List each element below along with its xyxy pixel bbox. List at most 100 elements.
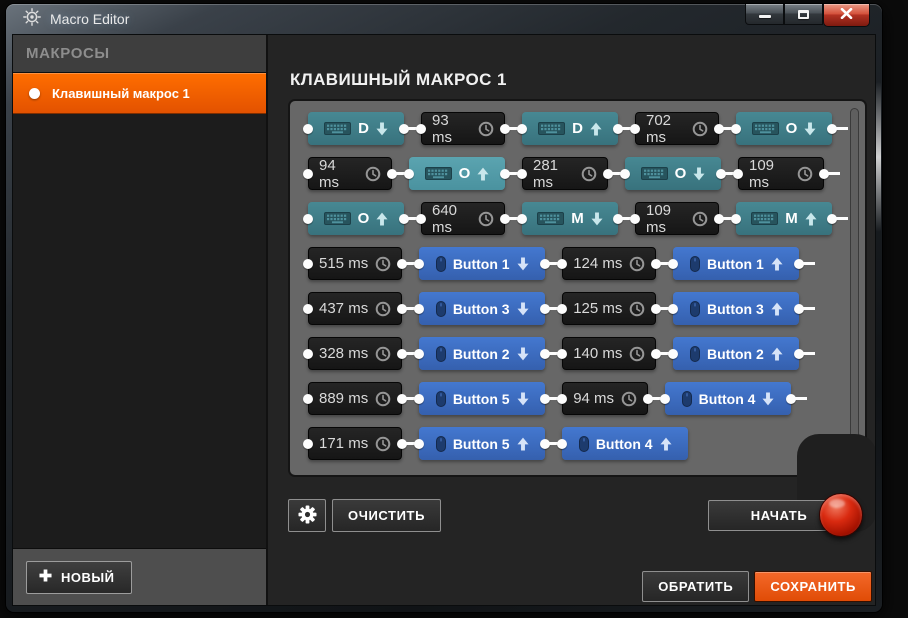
macro-step-delay[interactable]: 515 ms <box>308 247 403 280</box>
key-label: O <box>674 165 687 182</box>
macro-step-key-down[interactable]: D <box>308 112 404 145</box>
macro-step-mouse-down[interactable]: Button 2 <box>419 337 546 370</box>
step-connector <box>613 213 640 224</box>
delay-label: 437 ms <box>319 300 369 317</box>
mouse-button-label: Button 4 <box>698 390 756 407</box>
step-connector <box>643 393 671 404</box>
macro-step-mouse-up[interactable]: Button 5 <box>419 427 546 460</box>
new-macro-button[interactable]: НОВЫЙ <box>26 560 133 594</box>
keyboard-icon <box>424 167 452 180</box>
macro-row: 328 ms Button 2 140 ms Button 2 <box>303 337 835 370</box>
macro-step-delay[interactable]: 94 ms <box>562 382 649 415</box>
connector-dot <box>733 168 743 179</box>
macro-step-delay[interactable]: 94 ms <box>308 157 392 191</box>
connector-dot <box>731 213 741 224</box>
minimize-icon <box>758 15 771 18</box>
macro-step-delay[interactable]: 702 ms <box>635 112 719 146</box>
new-macro-label: НОВЫЙ <box>61 569 115 585</box>
clock-icon <box>375 301 391 317</box>
macro-step-mouse-up[interactable]: Button 2 <box>673 337 800 370</box>
clock-icon <box>629 346 645 362</box>
macro-step-delay[interactable]: 140 ms <box>562 337 657 370</box>
macro-step-mouse-down[interactable]: Button 5 <box>419 382 546 415</box>
clock-icon <box>629 256 645 272</box>
arrow-down-icon <box>591 212 603 226</box>
macro-step-key-up[interactable]: M <box>736 202 832 235</box>
macro-step-key-down[interactable]: M <box>522 202 618 235</box>
connector-dot <box>660 393 671 404</box>
connector-dot <box>303 393 313 404</box>
macro-step-mouse-up[interactable]: Button 4 <box>562 427 689 460</box>
macro-step-delay[interactable]: 109 ms <box>738 157 824 191</box>
sidebar-item-label: Клавишный макрос 1 <box>52 85 190 101</box>
close-button[interactable] <box>823 4 870 27</box>
arrow-up-icon <box>660 437 672 451</box>
connector-dot <box>557 438 568 449</box>
step-connector <box>651 258 679 269</box>
macro-step-mouse-up[interactable]: Button 1 <box>673 247 800 280</box>
macro-step-delay[interactable]: 640 ms <box>421 202 505 236</box>
clock-icon <box>375 346 391 362</box>
connector-dot <box>517 213 527 224</box>
macro-step-key-down[interactable]: O <box>625 157 721 190</box>
macro-settings-button[interactable] <box>288 499 326 532</box>
macro-step-delay[interactable]: 437 ms <box>308 292 403 325</box>
macro-step-key-up[interactable]: O <box>308 202 404 235</box>
delay-label: 109 ms <box>646 201 672 236</box>
clock-icon <box>797 166 813 182</box>
record-button[interactable] <box>819 493 863 537</box>
step-connector <box>603 168 630 179</box>
keyboard-icon <box>324 122 352 135</box>
macro-step-key-up[interactable]: O <box>409 157 505 190</box>
macro-rows: D 93 ms D 702 ms O 94 ms O 281 ms O 109 ms O 640 ms… <box>303 112 848 460</box>
titlebar[interactable]: Macro Editor <box>6 4 882 34</box>
step-connector <box>651 303 679 314</box>
connector-dot <box>303 258 313 269</box>
window-content: МАКРОСЫ Клавишный макрос 1 НОВЫЙ КЛАВИШН… <box>12 34 876 606</box>
macro-step-delay[interactable]: 93 ms <box>421 112 505 146</box>
step-connector <box>613 123 640 134</box>
mouse-icon <box>435 300 446 317</box>
macro-step-delay[interactable]: 889 ms <box>308 382 403 415</box>
step-connector <box>399 213 426 224</box>
macro-row: 515 ms Button 1 124 ms Button 1 <box>303 247 835 280</box>
save-button[interactable]: СОХРАНИТЬ <box>754 571 872 602</box>
row-end-connector <box>794 348 816 359</box>
steelseries-logo-icon <box>23 7 41 31</box>
scrollbar-track[interactable] <box>850 108 859 468</box>
macro-step-mouse-down[interactable]: Button 4 <box>665 382 792 415</box>
row-end-connector <box>827 213 848 224</box>
revert-button[interactable]: ОБРАТИТЬ <box>642 571 750 602</box>
macro-step-key-down[interactable]: O <box>736 112 832 145</box>
connector-dot <box>416 123 426 134</box>
macro-step-delay[interactable]: 109 ms <box>635 201 719 236</box>
macro-step-mouse-down[interactable]: Button 3 <box>419 292 546 325</box>
macro-step-delay[interactable]: 328 ms <box>308 337 403 370</box>
keyboard-icon <box>323 212 351 225</box>
row-end-connector <box>794 303 816 314</box>
delay-label: 281 ms <box>533 156 559 191</box>
macro-step-delay[interactable]: 281 ms <box>522 156 608 191</box>
maximize-button[interactable] <box>784 4 823 25</box>
clear-button[interactable]: ОЧИСТИТЬ <box>332 499 442 532</box>
macro-step-mouse-down[interactable]: Button 1 <box>419 247 546 280</box>
sidebar-item-macro-1[interactable]: Клавишный макрос 1 <box>13 73 266 114</box>
mouse-button-label: Button 5 <box>452 390 510 407</box>
macro-step-key-up[interactable]: D <box>522 112 618 145</box>
delay-label: 328 ms <box>319 345 369 362</box>
connector-dot <box>414 258 425 269</box>
macro-step-delay[interactable]: 125 ms <box>562 292 657 325</box>
mouse-button-label: Button 1 <box>707 255 764 272</box>
macro-editor-window: Macro Editor МАКРОСЫ Клавишный макрос 1 <box>6 4 882 612</box>
macro-step-delay[interactable]: 124 ms <box>562 247 657 280</box>
delay-label: 140 ms <box>573 345 623 362</box>
minimize-button[interactable] <box>745 4 784 25</box>
connector-dot <box>557 393 568 404</box>
keyboard-icon <box>751 212 779 225</box>
arrow-down-icon <box>517 392 529 406</box>
macro-step-delay[interactable]: 171 ms <box>308 427 403 460</box>
row-end-connector <box>794 258 816 269</box>
mouse-button-label: Button 5 <box>452 435 510 452</box>
macro-step-mouse-up[interactable]: Button 3 <box>673 292 800 325</box>
step-connector <box>716 168 743 179</box>
